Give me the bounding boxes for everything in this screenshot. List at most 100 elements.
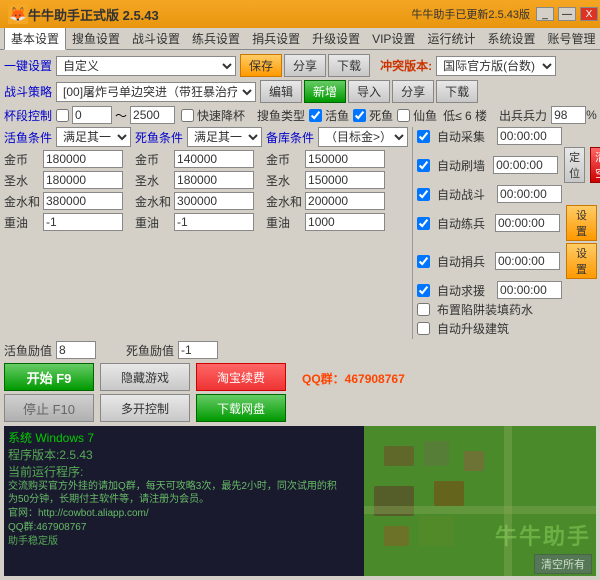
dead-total-input[interactable]: 300000: [174, 192, 254, 210]
troop-output-input[interactable]: 98: [551, 106, 586, 124]
dead-water-label: 圣水: [135, 172, 170, 189]
stop-button[interactable]: 停止 F10: [4, 394, 94, 422]
fish-gold-label: 金币: [4, 151, 39, 168]
fish-oil-input[interactable]: -1: [43, 213, 123, 231]
new-strategy-button[interactable]: 新增: [304, 80, 346, 103]
auto-feed-label: 自动刷墙: [437, 157, 485, 174]
extra-water-input[interactable]: 150000: [305, 171, 385, 189]
fish-condition-col: 活鱼条件 满足其一 金币 180000 圣水 180000 金水和 380000…: [4, 127, 131, 339]
auto-feed-clear[interactable]: 清空: [590, 147, 600, 183]
conflict-select[interactable]: 国际官方版(台数): [436, 56, 556, 76]
auto-collect-checkbox[interactable]: [417, 130, 430, 143]
dead-gold-input[interactable]: 140000: [174, 150, 254, 168]
save-button[interactable]: 保存: [240, 54, 282, 77]
fish-total-input[interactable]: 380000: [43, 192, 123, 210]
bravery-row: 活鱼励值 8 死鱼励值 -1: [4, 341, 596, 359]
qq-group: QQ群：467908767: [302, 366, 405, 389]
live-fish-checkbox[interactable]: [309, 109, 322, 122]
auto-help-time[interactable]: 00:00:00: [497, 281, 562, 299]
auto-feed-time[interactable]: 00:00:00: [493, 156, 558, 174]
menu-donate-settings[interactable]: 捐兵设置: [246, 28, 306, 49]
auto-train-time[interactable]: 00:00:00: [495, 214, 560, 232]
hide-button[interactable]: 隐藏游戏: [100, 363, 190, 391]
extra-gold-label: 金币: [266, 151, 301, 168]
dead-cond-select[interactable]: 满足其一: [187, 127, 262, 147]
download-strategy-button[interactable]: 下载: [436, 80, 478, 103]
multi-control-button[interactable]: 多开控制: [100, 394, 190, 422]
menu-vip-settings[interactable]: VIP设置: [366, 28, 421, 49]
auto-train-checkbox[interactable]: [417, 217, 430, 230]
battle-strategy-select[interactable]: [00]屠炸弓单边突进（带狂暴治疗）: [56, 82, 256, 102]
menu-train-settings[interactable]: 练兵设置: [186, 28, 246, 49]
import-strategy-button[interactable]: 导入: [348, 80, 390, 103]
extra-gold-input[interactable]: 150000: [305, 150, 385, 168]
fish-total-label: 金水和: [4, 193, 39, 210]
dead-oil-input[interactable]: -1: [174, 213, 254, 231]
map-clear-button[interactable]: 清空所有: [534, 554, 592, 574]
start-button[interactable]: 开始 F9: [4, 363, 94, 391]
menu-basic-settings[interactable]: 基本设置: [4, 27, 66, 50]
share-button[interactable]: 分享: [284, 54, 326, 77]
auto-train-set[interactable]: 设置: [566, 205, 597, 241]
fish-cond-header: 活鱼条件 满足其一: [4, 127, 131, 147]
quick-drop-checkbox[interactable]: [181, 109, 194, 122]
cup-max[interactable]: 2500: [130, 106, 175, 124]
auto-layout-checkbox[interactable]: [417, 303, 430, 316]
auto-battle-time[interactable]: 00:00:00: [497, 185, 562, 203]
fish-bravery-label: 活鱼励值: [4, 342, 52, 359]
maximize-button[interactable]: —: [558, 7, 576, 21]
fish-cond-select[interactable]: 满足其一: [56, 127, 131, 147]
edit-strategy-button[interactable]: 编辑: [260, 80, 302, 103]
extra-oil-input[interactable]: 1000: [305, 213, 385, 231]
auto-help-checkbox[interactable]: [417, 284, 430, 297]
close-button[interactable]: X: [580, 7, 598, 21]
auto-donate-set[interactable]: 设置: [566, 243, 597, 279]
cup-min[interactable]: 0: [72, 106, 112, 124]
menu-fish-settings[interactable]: 搜鱼设置: [66, 28, 126, 49]
menu-system-settings[interactable]: 系统设置: [481, 28, 541, 49]
dead-total-row: 金水和 300000: [135, 192, 262, 210]
fish-total-row: 金水和 380000: [4, 192, 131, 210]
share-strategy-button[interactable]: 分享: [392, 80, 434, 103]
auto-donate-checkbox[interactable]: [417, 255, 430, 268]
one-setting-select[interactable]: 自定义: [56, 56, 236, 76]
fish-gold-input[interactable]: 180000: [43, 150, 123, 168]
download-button[interactable]: 下载网盘: [196, 394, 286, 422]
auto-feed-locate[interactable]: 定位: [564, 147, 585, 183]
menu-stats[interactable]: 运行统计: [421, 28, 481, 49]
menu-battle-settings[interactable]: 战斗设置: [126, 28, 186, 49]
extra-total-input[interactable]: 200000: [305, 192, 385, 210]
auto-feed-checkbox[interactable]: [417, 159, 430, 172]
auto-collect-time[interactable]: 00:00:00: [497, 127, 562, 145]
extra-condition-col: 备库条件 （目标金>） 金币 150000 圣水 150000 金水和 2000…: [266, 127, 408, 339]
extra-oil-label: 重油: [266, 214, 301, 231]
minimize-button[interactable]: _: [536, 7, 554, 21]
dead-fish-checkbox[interactable]: [353, 109, 366, 122]
troop-unit: %: [586, 108, 597, 122]
cup-fish-row: 杯段控制 0 ～ 2500 快速降杯 搜鱼类型 活鱼 死鱼 仙鱼 低≤ 6 楼 …: [4, 106, 596, 124]
extra-total-row: 金水和 200000: [266, 192, 408, 210]
fish-floor-extra: 低≤ 6 楼: [443, 107, 487, 124]
cup-checkbox[interactable]: [56, 109, 69, 122]
battle-strategy-row: 战斗策略 [00]屠炸弓单边突进（带狂暴治疗） 编辑 新增 导入 分享 下载: [4, 80, 596, 103]
fish-bravery-input[interactable]: 8: [56, 341, 96, 359]
fairy-fish-checkbox[interactable]: [397, 109, 410, 122]
dead-oil-label: 重油: [135, 214, 170, 231]
dead-water-input[interactable]: 180000: [174, 171, 254, 189]
extra-water-row: 圣水 150000: [266, 171, 408, 189]
log-line-8: 助手稳定版: [8, 535, 360, 549]
menu-account[interactable]: 账号管理: [541, 28, 600, 49]
version-info: 牛牛助手已更新2.5.43版: [411, 0, 530, 28]
dead-bravery-input[interactable]: -1: [178, 341, 218, 359]
log-line-3: 当前运行程序:: [8, 464, 360, 481]
auto-battle-checkbox[interactable]: [417, 188, 430, 201]
auto-upgrade-checkbox[interactable]: [417, 322, 430, 335]
extra-water-label: 圣水: [266, 172, 301, 189]
extra-cond-select[interactable]: （目标金>）: [318, 127, 408, 147]
taobao-button[interactable]: 淘宝续费: [196, 363, 286, 391]
fish-water-input[interactable]: 180000: [43, 171, 123, 189]
auto-donate-time[interactable]: 00:00:00: [495, 252, 560, 270]
download-button[interactable]: 下载: [328, 54, 370, 77]
map-view: 牛牛助手 清空所有: [364, 426, 596, 576]
menu-upgrade-settings[interactable]: 升级设置: [306, 28, 366, 49]
